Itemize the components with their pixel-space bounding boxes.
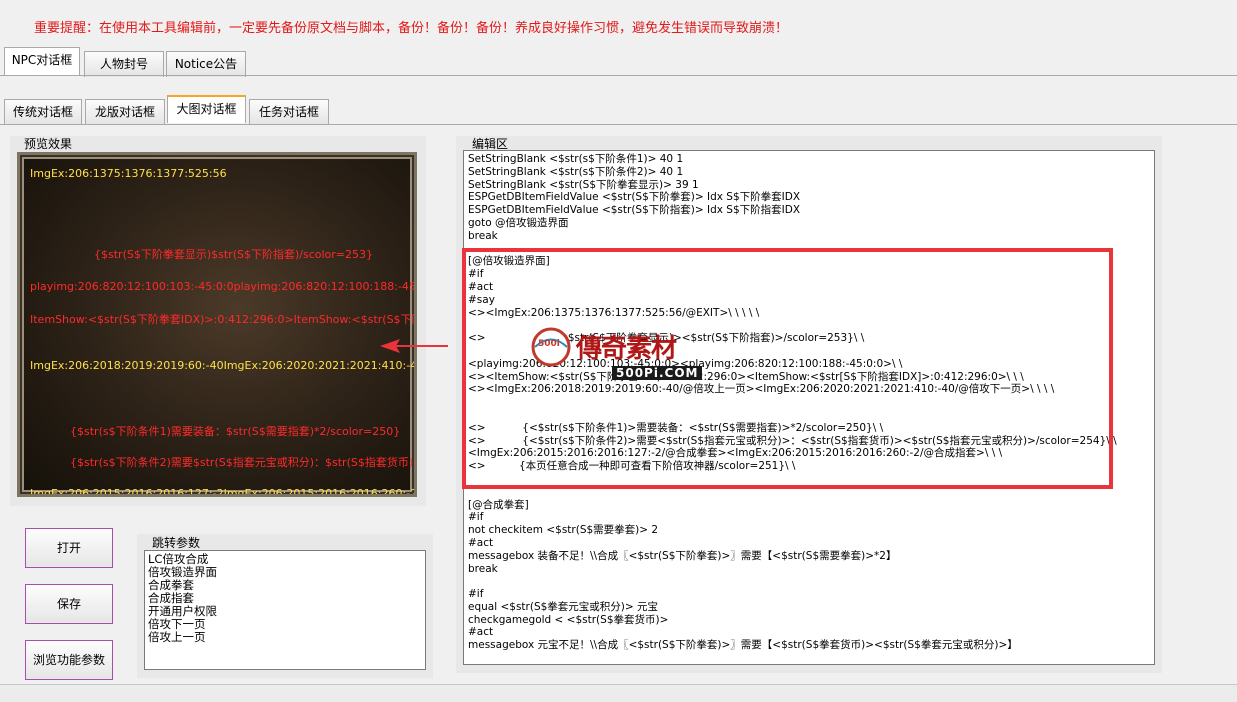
- preview-line: ItemShow:<$str(S$下阶拳套IDX)>:0:412:296:0>I…: [30, 313, 414, 326]
- preview-line: ImgEx:206:2018:2019:2019:60:-40ImgEx:206…: [30, 359, 417, 372]
- warning-banner: 重要提醒：在使用本工具编辑前，一定要先备份原文档与脚本，备份！备份！备份！养成良…: [34, 21, 789, 36]
- tab-bigimage-dialog[interactable]: 大图对话框: [167, 95, 246, 123]
- status-bar: [0, 684, 1237, 702]
- preview-line: playimg:206:820:12:100:103:-45:0:0playim…: [30, 280, 417, 293]
- script-editor-text[interactable]: SetStringBlank <$str(s$下阶条件1)> 40 1 SetS…: [464, 151, 1154, 654]
- tab-npc-dialog[interactable]: NPC对话框: [4, 47, 80, 75]
- preview-line: ImgEx:206:1375:1376:1377:525:56: [30, 167, 227, 180]
- main-tab-divider: [0, 75, 1237, 76]
- browse-params-button[interactable]: 浏览功能参数: [25, 640, 113, 680]
- preview-line: {$str(s$下阶条件1)需要装备：$str(S$需要指套)*2/scolor…: [70, 425, 401, 438]
- tab-classic-dialog[interactable]: 传统对话框: [4, 99, 82, 125]
- script-editor[interactable]: SetStringBlank <$str(s$下阶条件1)> 40 1 SetS…: [463, 150, 1155, 665]
- preview-canvas: ImgEx:206:1375:1376:1377:525:56 {$str(S$…: [17, 152, 417, 497]
- sub-tab-divider: [0, 124, 1237, 125]
- tab-notice[interactable]: Notice公告: [166, 51, 246, 77]
- watermark-brand-url: 500Pi.COM: [612, 366, 703, 380]
- arrow-left-icon: [380, 339, 448, 353]
- jump-params-list[interactable]: LC倍攻合成 倍攻锻造界面 合成拳套 合成指套 开通用户权限 倍攻下一页 倍攻上…: [144, 550, 426, 670]
- preview-title: 预览效果: [24, 137, 73, 151]
- open-button[interactable]: 打开: [25, 528, 113, 568]
- preview-line: ImgEx:206:2015:2016:2016:127:-2ImgEx:206…: [30, 487, 417, 497]
- tab-player-title[interactable]: 人物封号: [84, 51, 164, 77]
- jump-params-title: 跳转参数: [152, 536, 201, 550]
- tab-quest-dialog[interactable]: 任务对话框: [249, 99, 329, 125]
- tab-dragon-dialog[interactable]: 龙版对话框: [85, 99, 165, 125]
- watermark-brand-cn: 傳奇素材: [576, 334, 677, 364]
- preview-line: {$str(s$下阶条件2)需要$str(S$指套元宝或积分)：$str(S$指…: [70, 456, 417, 469]
- preview-line: {$str(S$下阶拳套显示)$str(S$下阶指套)/scolor=253}: [94, 248, 373, 261]
- watermark-badge: 500i: [538, 339, 560, 349]
- list-item[interactable]: 倍攻上一页: [148, 631, 422, 644]
- save-button[interactable]: 保存: [25, 584, 113, 624]
- watermark-logo: 500i 傳奇素材 500Pi.COM: [530, 322, 730, 388]
